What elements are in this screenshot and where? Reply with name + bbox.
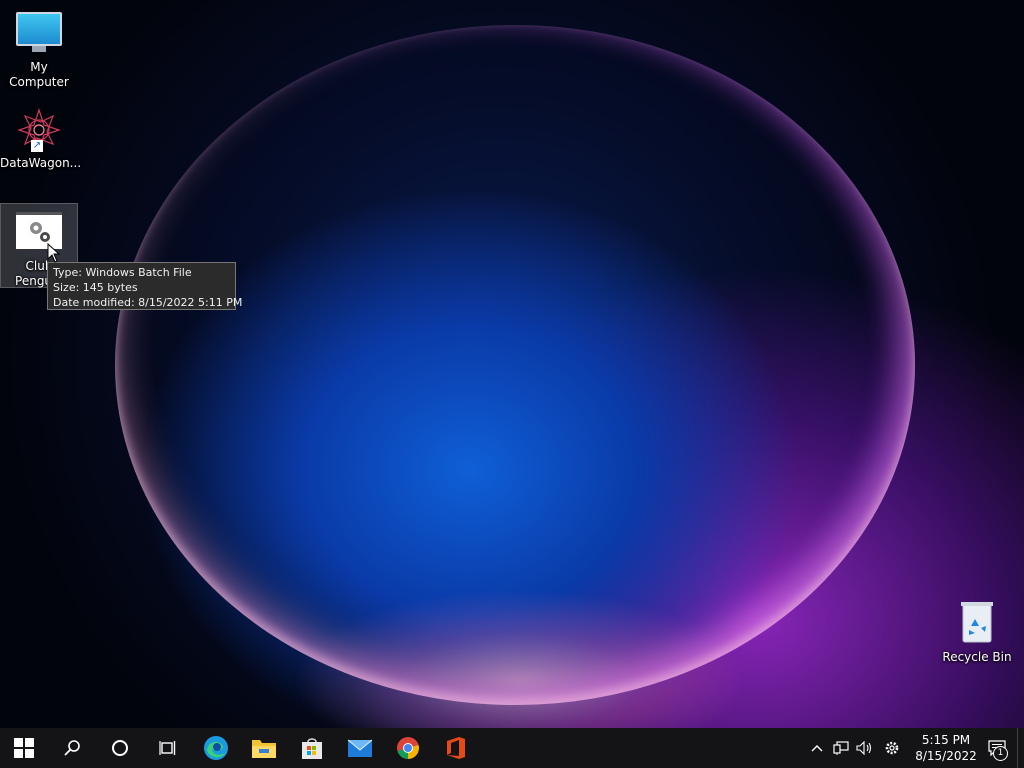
monitor-icon [16, 12, 62, 52]
desktop-icon-label: DataWagon... [0, 156, 82, 170]
desktop-icon-label: My Computer [9, 60, 69, 89]
chrome-button[interactable] [384, 728, 432, 768]
folder-icon [252, 740, 276, 758]
windows-logo-icon [14, 738, 34, 758]
office-button[interactable] [432, 728, 480, 768]
store-bag-icon [302, 738, 322, 759]
edge-icon [204, 736, 228, 760]
search-icon [64, 740, 80, 756]
desktop-icon-datawagon[interactable]: ↗ DataWagon... [0, 106, 82, 171]
notification-count-badge: 1 [993, 746, 1008, 761]
network-button[interactable] [829, 728, 853, 768]
wallpaper-bubble [115, 25, 915, 705]
settings-button[interactable] [877, 728, 907, 768]
store-button[interactable] [288, 728, 336, 768]
show-hidden-icons-button[interactable] [805, 728, 829, 768]
start-button[interactable] [0, 728, 48, 768]
volume-icon [856, 741, 872, 755]
taskbar: 5:15 PM 8/15/2022 1 [0, 728, 1024, 768]
task-view-button[interactable] [144, 728, 192, 768]
mouse-cursor-icon [47, 243, 61, 263]
office-icon [447, 737, 465, 759]
shortcut-arrow-icon: ↗ [31, 140, 43, 152]
recycle-bin-icon [960, 600, 994, 643]
show-desktop-button[interactable] [1017, 728, 1024, 768]
chevron-up-icon [811, 745, 823, 752]
desktop-icon-label: Recycle Bin [942, 650, 1012, 664]
clock-date: 8/15/2022 [915, 749, 977, 763]
action-center-button[interactable]: 1 [977, 728, 1017, 768]
tooltip-size: Size: 145 bytes [53, 281, 138, 294]
volume-button[interactable] [853, 728, 877, 768]
mandala-shortcut-icon: ↗ [17, 108, 61, 152]
desktop-icon-my-computer[interactable]: My Computer [0, 8, 78, 90]
chrome-icon [397, 737, 419, 759]
file-explorer-button[interactable] [240, 728, 288, 768]
mail-icon [347, 739, 373, 757]
edge-button[interactable] [192, 728, 240, 768]
mail-button[interactable] [336, 728, 384, 768]
cortana-button[interactable] [96, 728, 144, 768]
search-button[interactable] [48, 728, 96, 768]
clock-time: 5:15 PM [921, 733, 971, 747]
tooltip-date: Date modified: 8/15/2022 5:11 PM [53, 296, 243, 309]
file-tooltip: Type: Windows Batch File Size: 145 bytes… [47, 262, 243, 310]
settings-gear-icon [885, 741, 899, 755]
cortana-circle-icon [112, 740, 128, 756]
system-tray: 5:15 PM 8/15/2022 1 [805, 728, 1024, 768]
taskbar-clock[interactable]: 5:15 PM 8/15/2022 [915, 732, 977, 764]
desktop-icon-recycle-bin[interactable]: Recycle Bin [938, 600, 1016, 665]
network-icon [833, 741, 849, 755]
tooltip-type: Type: Windows Batch File [53, 266, 192, 279]
task-view-icon [159, 741, 176, 755]
